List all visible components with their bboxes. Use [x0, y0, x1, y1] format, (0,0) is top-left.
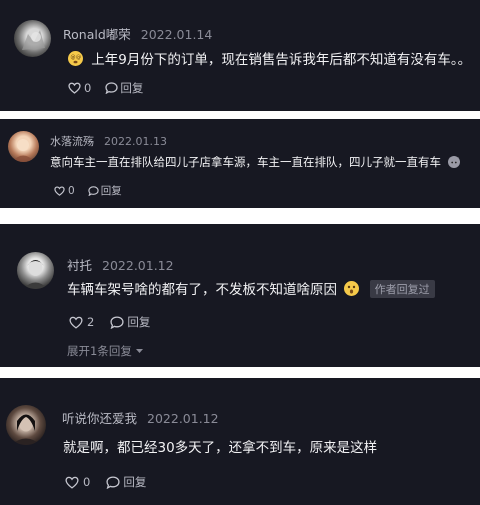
username[interactable]: 听说你还爱我 — [62, 411, 137, 426]
like-button[interactable]: 0 — [68, 81, 91, 95]
comment-date: 2022.01.13 — [104, 135, 167, 148]
comment-text-row: 就是啊，都已经30多天了，还拿不到车，原来是这样 — [63, 436, 377, 456]
avatar[interactable] — [8, 131, 39, 162]
reply-label: 回复 — [100, 185, 122, 197]
comment-date: 2022.01.12 — [102, 258, 174, 273]
avatar-image — [11, 414, 41, 445]
username[interactable]: 水落流殇 — [50, 135, 94, 148]
comment-text: 车辆车架号啥的都有了，不发板不知道啥原因 — [67, 282, 337, 298]
heart-icon — [68, 82, 81, 94]
reply-button[interactable]: 回复 — [110, 314, 150, 330]
avatar[interactable] — [14, 20, 51, 57]
like-count: 0 — [83, 475, 91, 489]
avatar-image — [12, 139, 35, 162]
comment-text-row: @ @ 上年9月份下的订单，现在销售告诉我年后都不知道有没有车。。 — [68, 48, 471, 68]
like-button[interactable]: 0 — [65, 475, 90, 489]
like-count: 0 — [68, 184, 75, 197]
reply-bubble-icon — [110, 315, 124, 329]
expand-replies-label: 展开1条回复 — [67, 344, 132, 358]
username[interactable]: 衬托 — [67, 258, 92, 273]
comment-date: 2022.01.12 — [147, 411, 219, 426]
comment-actions: 0 回复 — [68, 80, 143, 96]
comment-text: 上年9月份下的订单，现在销售告诉我年后都不知道有没有车。。 — [91, 52, 472, 68]
comment-meta: Ronald嘟荣 2022.01.14 — [63, 24, 212, 43]
svg-text:@: @ — [71, 55, 76, 61]
reply-bubble-icon — [105, 82, 118, 94]
comment-date: 2022.01.14 — [140, 27, 213, 42]
avatar[interactable] — [6, 405, 46, 445]
reply-bubble-icon — [106, 475, 120, 489]
comment-actions: 2 回复 — [69, 314, 150, 330]
reply-bubble-icon — [88, 185, 99, 196]
reply-label: 回复 — [123, 475, 147, 489]
heart-icon — [65, 476, 79, 489]
avatar-image — [22, 30, 45, 50]
comment-card: 衬托 2022.01.12 车辆车架号啥的都有了，不发板不知道啥原因 作者回复过 … — [0, 224, 480, 367]
astonished-face-icon — [344, 281, 360, 296]
comment-text: 就是啊，都已经30多天了，还拿不到车，原来是这样 — [63, 440, 378, 456]
comment-meta: 水落流殇 2022.01.13 — [50, 133, 167, 149]
comment-card: Ronald嘟荣 2022.01.14 @ @ 上年9月份下的订单，现在销售告诉我年… — [0, 0, 480, 111]
comment-text-row: 意向车主一直在排队给四儿子店拿车源，车主一直在排队，四儿子就一直有车 — [50, 154, 460, 170]
comment-card: 水落流殇 2022.01.13 意向车主一直在排队给四儿子店拿车源，车主一直在排队… — [0, 119, 480, 208]
expand-replies-button[interactable]: 展开1条回复 — [67, 343, 144, 359]
like-count: 2 — [87, 315, 95, 329]
comment-meta: 听说你还爱我 2022.01.12 — [62, 408, 219, 427]
dizzy-face-icon: @ @ — [68, 51, 83, 66]
like-button[interactable]: 2 — [69, 315, 94, 329]
comment-actions: 0 回复 — [65, 474, 146, 490]
caret-down-icon — [135, 349, 143, 353]
like-button[interactable]: 0 — [54, 185, 75, 197]
reply-button[interactable]: 回复 — [88, 183, 122, 198]
comment-card: 听说你还爱我 2022.01.12 就是啊，都已经30多天了，还拿不到车，原来是这… — [0, 378, 480, 505]
heart-icon — [54, 185, 65, 196]
comment-actions: 0 回复 — [54, 183, 122, 198]
reply-button[interactable]: 回复 — [105, 80, 143, 96]
reply-label: 回复 — [120, 81, 144, 95]
username[interactable]: Ronald嘟荣 — [63, 27, 131, 42]
avatar-image — [23, 260, 48, 289]
reply-button[interactable]: 回复 — [106, 474, 146, 490]
cat-face-icon — [447, 156, 460, 168]
author-replied-tag: 作者回复过 — [369, 280, 435, 298]
avatar[interactable] — [17, 252, 54, 289]
svg-text:@: @ — [76, 55, 81, 61]
reply-label: 回复 — [127, 315, 151, 329]
like-count: 0 — [84, 81, 92, 95]
comment-meta: 衬托 2022.01.12 — [67, 255, 174, 274]
heart-icon — [69, 316, 83, 329]
comment-text-row: 车辆车架号啥的都有了，不发板不知道啥原因 作者回复过 — [67, 278, 435, 298]
comment-text: 意向车主一直在排队给四儿子店拿车源，车主一直在排队，四儿子就一直有车 — [50, 155, 441, 169]
